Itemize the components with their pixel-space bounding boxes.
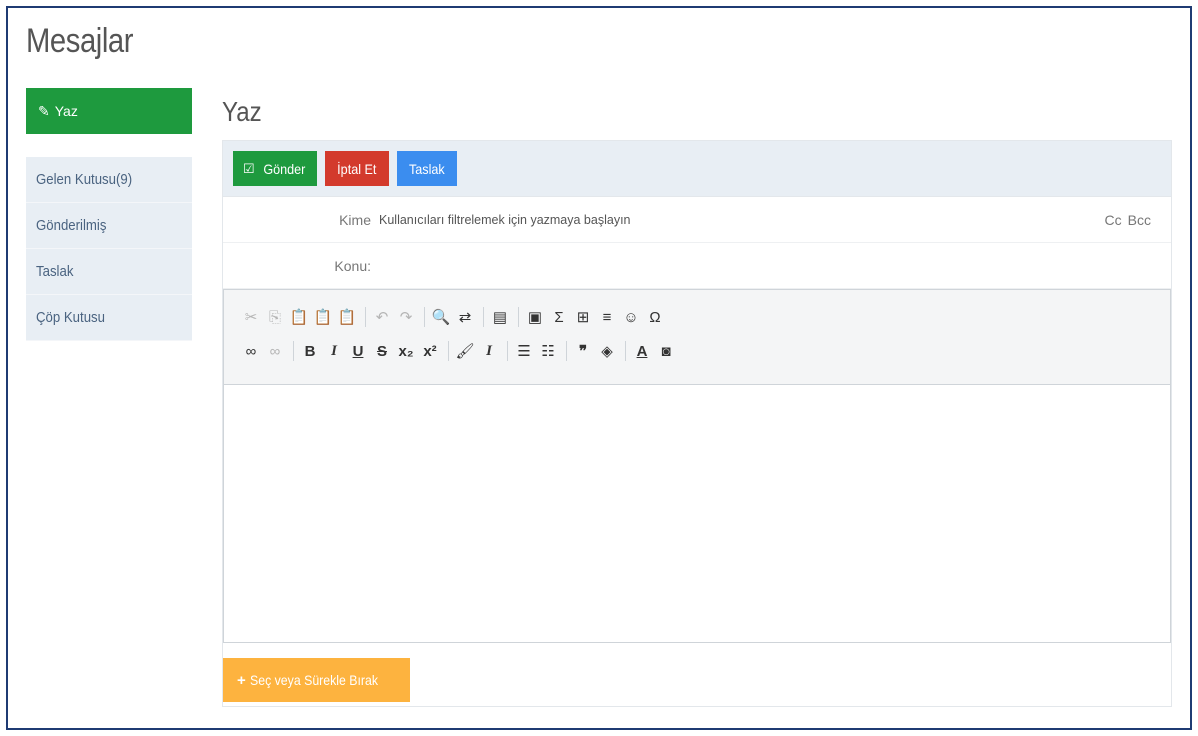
link-icon[interactable]: ∞ xyxy=(240,340,262,362)
templates-icon[interactable]: ▤ xyxy=(489,306,511,328)
italic-icon[interactable]: I xyxy=(323,340,345,362)
replace-icon[interactable]: ⇄ xyxy=(454,306,476,328)
send-label: Gönder xyxy=(262,160,306,177)
cancel-label: İptal Et xyxy=(337,160,377,177)
toolbar-separator xyxy=(448,341,449,361)
toolbar-separator xyxy=(507,341,508,361)
table-icon[interactable]: ⊞ xyxy=(572,306,594,328)
page-title: Yaz xyxy=(222,96,262,127)
strikethrough-icon[interactable]: S xyxy=(371,340,393,362)
plus-icon: + xyxy=(237,671,246,689)
editor-toolbar-row-2: ∞ ∞ B I U S x₂ x² 🖌 I ☰ ☷ ❞ ◈ A ◙ xyxy=(240,334,1170,368)
numbered-list-icon[interactable]: ☰ xyxy=(513,340,535,362)
compose-button[interactable]: ✎ Yaz xyxy=(26,88,192,134)
sidebar-item-drafts[interactable]: Taslak xyxy=(26,249,192,295)
cancel-button[interactable]: İptal Et xyxy=(325,151,389,186)
compose-label: Yaz xyxy=(54,103,78,119)
blockquote-icon[interactable]: ❞ xyxy=(572,340,594,362)
sidebar-item-sent[interactable]: Gönderilmiş xyxy=(26,203,192,249)
app-title: Mesajlar xyxy=(26,22,134,60)
compose-panel: ☑ Gönder İptal Et Taslak Kime Cc Bcc Konu… xyxy=(222,140,1172,707)
paste-icon[interactable]: 📋 xyxy=(288,306,310,328)
subject-row: Konu: xyxy=(223,243,1171,289)
undo-icon[interactable]: ↶ xyxy=(371,306,393,328)
redo-icon[interactable]: ↷ xyxy=(395,306,417,328)
send-button[interactable]: ☑ Gönder xyxy=(233,151,318,186)
copy-icon[interactable]: ⎘ xyxy=(264,306,286,328)
find-icon[interactable]: 🔍 xyxy=(430,306,452,328)
draft-button[interactable]: Taslak xyxy=(396,151,457,186)
cc-link[interactable]: Cc xyxy=(1105,212,1122,228)
underline-icon[interactable]: U xyxy=(347,340,369,362)
formula-icon[interactable]: Σ xyxy=(548,306,570,328)
horizontal-line-icon[interactable]: ≡ xyxy=(596,306,618,328)
background-color-icon[interactable]: ◙ xyxy=(655,340,677,362)
folder-list: Gelen Kutusu(9) Gönderilmiş Taslak Çöp K… xyxy=(26,157,192,341)
folder-label: Gönderilmiş xyxy=(36,217,107,234)
paste-word-icon[interactable]: 📋 xyxy=(336,306,358,328)
subject-label: Konu: xyxy=(334,257,371,274)
cc-bcc: Cc Bcc xyxy=(1099,212,1151,228)
special-char-icon[interactable]: Ω xyxy=(644,306,666,328)
folder-label: Çöp Kutusu xyxy=(36,309,105,326)
to-row: Kime Cc Bcc xyxy=(223,197,1171,243)
superscript-icon[interactable]: x² xyxy=(419,340,441,362)
subscript-icon[interactable]: x₂ xyxy=(395,340,417,362)
bulleted-list-icon[interactable]: ☷ xyxy=(537,340,559,362)
editor-toolbar-row-1: ✂ ⎘ 📋 📋 📋 ↶ ↷ 🔍 ⇄ ▤ ▣ Σ ⊞ ≡ ☺ Ω xyxy=(240,300,1170,334)
draft-label: Taslak xyxy=(408,160,445,177)
toolbar-separator xyxy=(424,307,425,327)
checkbox-icon: ☑ xyxy=(243,160,255,176)
copy-format-icon[interactable]: 🖌 xyxy=(454,340,476,362)
upload-button[interactable]: + Seç veya Sürekle Bırak xyxy=(223,658,410,702)
text-color-icon[interactable]: A xyxy=(631,340,653,362)
folder-label: Taslak xyxy=(36,263,74,280)
bold-icon[interactable]: B xyxy=(299,340,321,362)
bcc-link[interactable]: Bcc xyxy=(1128,212,1151,228)
smiley-icon[interactable]: ☺ xyxy=(620,306,642,328)
image-icon[interactable]: ▣ xyxy=(524,306,546,328)
sidebar-item-trash[interactable]: Çöp Kutusu xyxy=(26,295,192,341)
toolbar-separator xyxy=(483,307,484,327)
rich-text-editor: ✂ ⎘ 📋 📋 📋 ↶ ↷ 🔍 ⇄ ▤ ▣ Σ ⊞ ≡ ☺ Ω ∞ ∞ B I … xyxy=(223,289,1171,643)
editor-toolbar: ✂ ⎘ 📋 📋 📋 ↶ ↷ 🔍 ⇄ ▤ ▣ Σ ⊞ ≡ ☺ Ω ∞ ∞ B I … xyxy=(224,290,1170,385)
remove-format-icon[interactable]: I xyxy=(478,340,500,362)
toolbar-separator xyxy=(293,341,294,361)
paste-text-icon[interactable]: 📋 xyxy=(312,306,334,328)
folder-label: Gelen Kutusu(9) xyxy=(36,171,133,188)
toolbar-separator xyxy=(518,307,519,327)
subject-input[interactable] xyxy=(379,253,1101,278)
toolbar-separator xyxy=(625,341,626,361)
unlink-icon[interactable]: ∞ xyxy=(264,340,286,362)
cut-icon[interactable]: ✂ xyxy=(240,306,262,328)
editor-content-area[interactable] xyxy=(224,385,1170,642)
to-label: Kime xyxy=(339,211,371,228)
sidebar-item-inbox[interactable]: Gelen Kutusu(9) xyxy=(26,157,192,203)
toolbar-separator xyxy=(566,341,567,361)
to-input[interactable] xyxy=(379,207,1101,232)
action-bar: ☑ Gönder İptal Et Taslak xyxy=(223,141,1171,197)
toolbar-separator xyxy=(365,307,366,327)
pencil-icon: ✎ xyxy=(38,102,50,119)
div-container-icon[interactable]: ◈ xyxy=(596,340,618,362)
upload-label: Seç veya Sürekle Bırak xyxy=(249,672,378,688)
